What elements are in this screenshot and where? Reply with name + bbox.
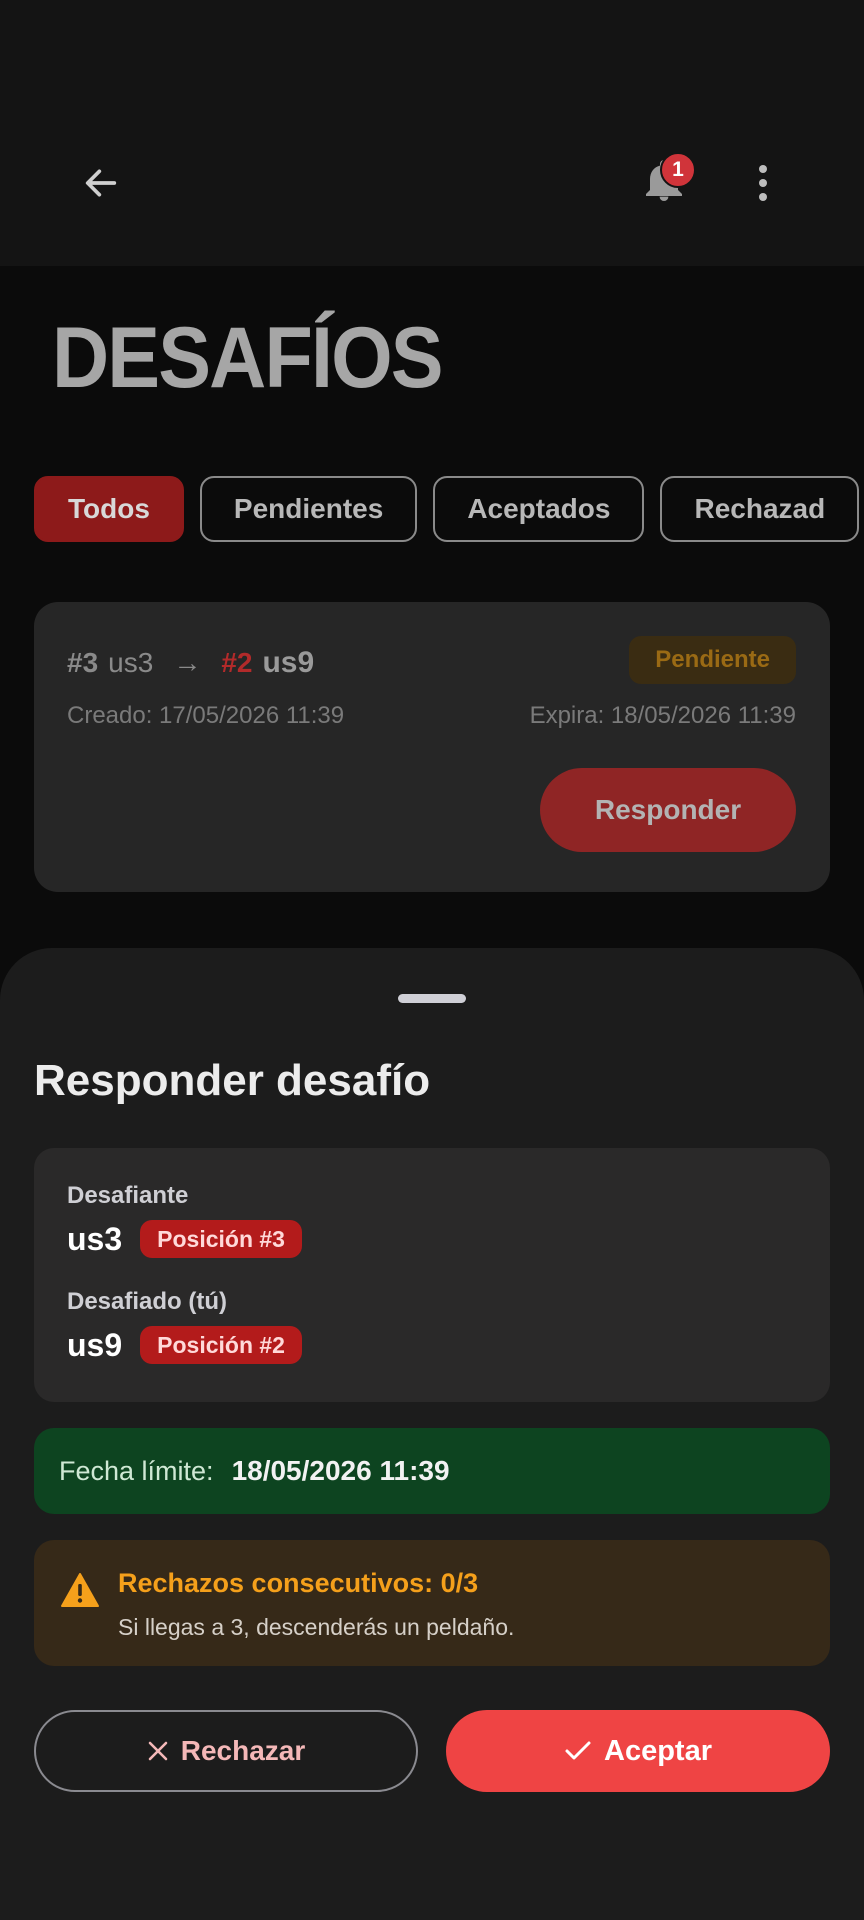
deadline-value: 18/05/2026 11:39 [231,1455,450,1486]
challenge-matchup: #3 us3 → #2 us9 [67,646,314,680]
challenge-card[interactable]: #3 us3 → #2 us9 Pendiente Creado: 17/05/… [34,602,830,892]
deadline-label: Fecha límite: [59,1455,214,1486]
challenger-label: Desafiante [67,1182,189,1209]
challenged-position-badge: Posición #2 [140,1326,302,1364]
deadline-box: Fecha límite: 18/05/2026 11:39 [34,1428,830,1514]
sheet-title: Responder desafío [34,1056,431,1105]
more-options-button[interactable] [748,160,778,206]
notification-count-badge: 1 [660,152,696,188]
challenger-row: us3 Posición #3 [67,1220,302,1258]
challenged-label: Desafiado (tú) [67,1288,228,1315]
warning-triangle-icon [61,1573,99,1607]
more-vertical-icon [759,165,767,201]
warning-text: Si llegas a 3, descenderás un peldaño. [118,1614,515,1640]
page-title: DESAFÍOS [52,310,444,406]
status-badge: Pendiente [629,636,796,684]
filter-chip-rechazados[interactable]: Rechazad [660,476,860,542]
reject-button[interactable]: Rechazar [34,1710,418,1792]
arrow-left-icon [85,169,117,197]
accept-button[interactable]: Aceptar [446,1710,830,1792]
filter-chip-aceptados[interactable]: Aceptados [433,476,645,542]
challenged-player-name: us9 [67,1326,123,1363]
filter-chip-pendientes[interactable]: Pendientes [199,476,418,542]
back-button[interactable] [78,160,124,206]
respond-bottom-sheet: Responder desafío Desafiante us3 Posició… [0,948,864,1920]
top-app-bar: 1 [0,0,864,266]
challenged-name: us9 [262,646,315,679]
filter-chip-row: Todos Pendientes Aceptados Rechazad [34,476,860,542]
challenged-row: us9 Posición #2 [67,1326,302,1364]
challenger-rank: #3 [67,647,99,678]
warning-title: Rechazos consecutivos: 0/3 [118,1568,479,1598]
created-date: Creado: 17/05/2026 11:39 [67,702,345,729]
respond-button[interactable]: Responder [540,768,796,852]
accept-button-label: Aceptar [604,1734,712,1767]
expiry-date: Expira: 18/05/2026 11:39 [529,702,796,729]
rejection-warning-box: Rechazos consecutivos: 0/3 Si llegas a 3… [34,1540,830,1666]
challenger-player-name: us3 [67,1220,123,1257]
reject-button-label: Rechazar [180,1735,306,1766]
challenger-position-badge: Posición #3 [140,1220,302,1258]
app-screen: 1 DESAFÍOS Todos Pendientes Aceptados Re… [0,0,864,1920]
close-icon [148,1741,168,1761]
challenged-rank: #2 [221,647,253,678]
check-icon [565,1741,591,1760]
challenger-name: us3 [108,647,154,678]
filter-chip-todos[interactable]: Todos [34,476,184,542]
arrow-right-icon: → [173,647,202,678]
sheet-drag-handle[interactable] [398,994,466,1003]
players-info-box: Desafiante us3 Posición #3 Desafiado (tú… [34,1148,830,1402]
